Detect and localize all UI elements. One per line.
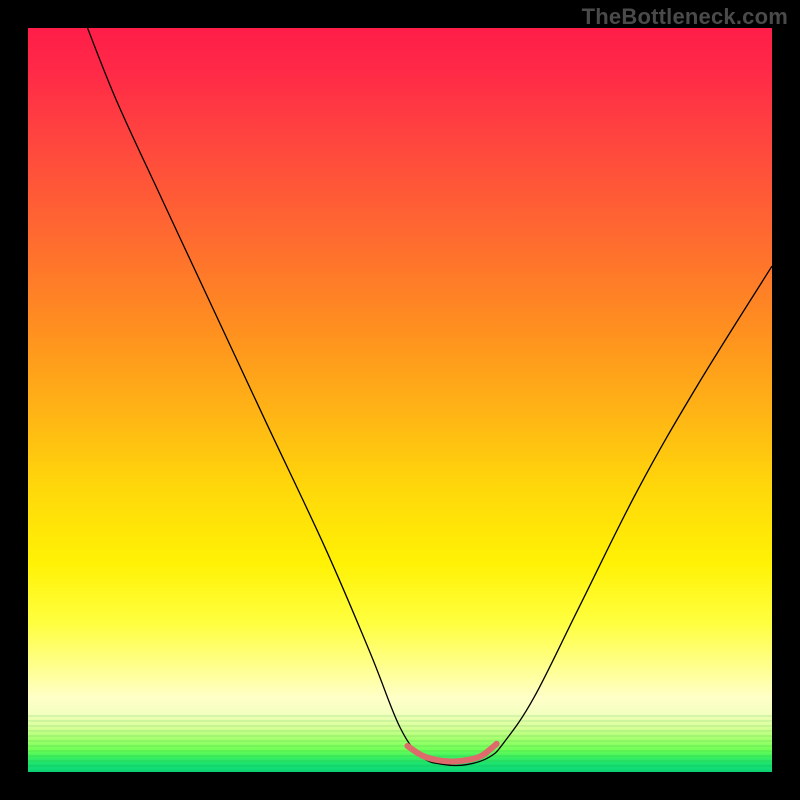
optimal-band <box>407 744 496 762</box>
plot-area <box>28 28 772 772</box>
bottleneck-curve <box>88 28 772 766</box>
watermark-text: TheBottleneck.com <box>582 4 788 30</box>
curve-layer <box>28 28 772 772</box>
chart-frame: TheBottleneck.com <box>0 0 800 800</box>
